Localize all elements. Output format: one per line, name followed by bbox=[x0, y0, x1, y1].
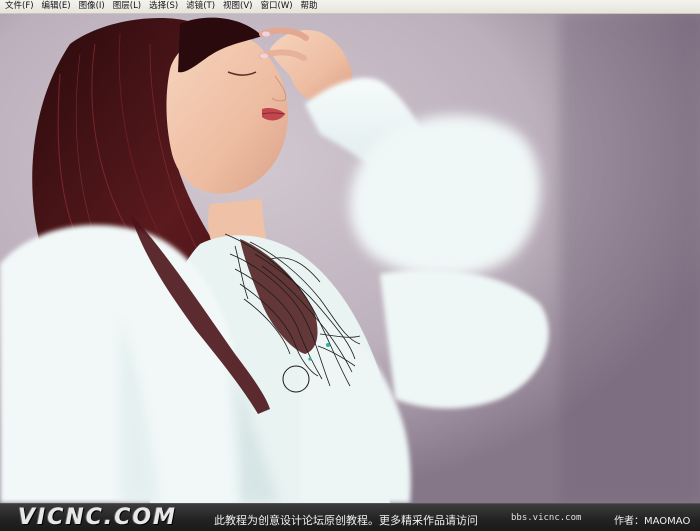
menu-filter[interactable]: 滤镜(T) bbox=[183, 0, 220, 13]
site-url: bbs.vicnc.com bbox=[511, 513, 582, 523]
document-canvas[interactable] bbox=[0, 14, 700, 503]
menu-file[interactable]: 文件(F) bbox=[2, 0, 39, 13]
menu-layer[interactable]: 图层(L) bbox=[110, 0, 146, 13]
menu-layer-label: 图层 bbox=[112, 1, 130, 11]
menu-select-key: (S) bbox=[166, 1, 179, 11]
menu-image[interactable]: 图像(I) bbox=[76, 0, 110, 13]
menu-image-key: (I) bbox=[95, 1, 105, 11]
menu-help-label: 帮助 bbox=[300, 1, 318, 11]
menu-select[interactable]: 选择(S) bbox=[146, 0, 183, 13]
menu-image-label: 图像 bbox=[78, 1, 96, 11]
tagline: 此教程为创意设计论坛原创教程。更多精采作品请访问 bbox=[214, 514, 478, 527]
menu-help[interactable]: 帮助 bbox=[298, 0, 323, 13]
menu-view[interactable]: 视图(V) bbox=[220, 0, 257, 13]
menu-bar: 文件(F) 编辑(E) 图像(I) 图层(L) 选择(S) 滤镜(T) 视图(V… bbox=[0, 0, 700, 14]
menu-view-key: (V) bbox=[240, 1, 253, 11]
menu-layer-key: (L) bbox=[129, 1, 142, 11]
author-credit: 作者：MAOMAO bbox=[614, 516, 691, 527]
illustration bbox=[0, 14, 700, 503]
menu-view-label: 视图 bbox=[223, 1, 241, 11]
path-anchor[interactable] bbox=[326, 343, 330, 347]
menu-filter-label: 滤镜 bbox=[186, 1, 204, 11]
menu-window[interactable]: 窗口(W) bbox=[257, 0, 297, 13]
menu-edit-key: (E) bbox=[58, 1, 71, 11]
watermark-banner: VICNC.COM 此教程为创意设计论坛原创教程。更多精采作品请访问 bbs.v… bbox=[0, 503, 700, 531]
menu-file-label: 文件 bbox=[5, 1, 23, 11]
menu-select-label: 选择 bbox=[149, 1, 167, 11]
menu-window-label: 窗口 bbox=[260, 1, 278, 11]
path-anchor[interactable] bbox=[308, 357, 312, 361]
site-logo: VICNC.COM bbox=[18, 505, 178, 530]
menu-edit[interactable]: 编辑(E) bbox=[39, 0, 76, 13]
menu-file-key: (F) bbox=[22, 1, 34, 11]
menu-edit-label: 编辑 bbox=[41, 1, 59, 11]
menu-window-key: (W) bbox=[277, 1, 293, 11]
menu-filter-key: (T) bbox=[203, 1, 216, 11]
